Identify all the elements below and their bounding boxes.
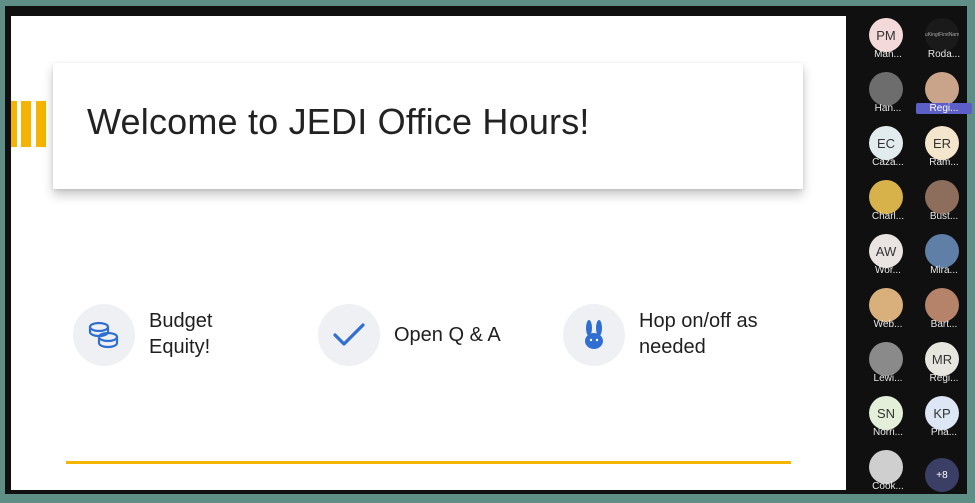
feature-label: Open Q & A — [394, 324, 501, 346]
feature-label: Hop on/off as — [639, 310, 758, 332]
participant-name: Wor... — [875, 265, 901, 276]
avatar: KP — [925, 396, 959, 430]
participant-name: Pha... — [930, 427, 958, 438]
participant-name: Bart... — [930, 319, 958, 330]
participant-name: Regi... — [929, 373, 959, 384]
avatar — [869, 180, 903, 214]
avatar — [925, 288, 959, 322]
feature-label: Budget — [149, 310, 213, 332]
participant-tile[interactable]: Mira... — [916, 230, 972, 286]
participant-tile[interactable]: Web... — [860, 284, 916, 340]
participant-name: Bust... — [929, 211, 959, 222]
coins-icon — [73, 304, 135, 366]
checkmark-icon — [318, 304, 380, 366]
bottom-accent-line — [66, 461, 791, 464]
participant-tile[interactable]: MR Regi... — [916, 338, 972, 394]
avatar — [869, 288, 903, 322]
participant-name: Lewi... — [873, 373, 903, 384]
avatar — [925, 234, 959, 268]
avatar — [925, 72, 959, 106]
participant-tile[interactable]: Charl... — [860, 176, 916, 232]
avatar: YuKingtFirstName — [925, 18, 959, 52]
participant-name: Caza... — [872, 157, 904, 168]
feature-label: needed — [639, 336, 706, 358]
participant-tile[interactable]: Han... — [860, 68, 916, 124]
participant-name: Mira... — [930, 265, 958, 276]
presentation-slide: Welcome to JEDI Office Hours! Budget Equ… — [11, 16, 846, 490]
avatar: ER — [925, 126, 959, 160]
participant-tile[interactable]: SN Norri... — [860, 392, 916, 448]
participants-panel[interactable]: PMMan...YuKingtFirstNameRoda...Han...Reg… — [849, 6, 972, 494]
avatar: PM — [869, 18, 903, 52]
participant-tile[interactable]: PM Man... — [860, 14, 916, 70]
participant-tile[interactable]: Cook... — [860, 446, 916, 502]
avatar: EC — [869, 126, 903, 160]
more-participants-button[interactable]: +8 — [925, 458, 959, 492]
accent-stripes — [11, 101, 55, 147]
participant-name: Norri... — [873, 427, 903, 438]
participant-name: Man... — [874, 49, 902, 60]
participant-name: Web... — [873, 319, 903, 330]
slide-title: Welcome to JEDI Office Hours! — [87, 101, 590, 142]
avatar — [925, 180, 959, 214]
participant-name: Roda... — [927, 49, 961, 60]
participant-tile[interactable]: AW Wor... — [860, 230, 916, 286]
participant-tile[interactable]: ER Ram... — [916, 122, 972, 178]
avatar — [869, 450, 903, 484]
participant-name: Ram... — [929, 157, 959, 168]
bunny-icon — [563, 304, 625, 366]
participant-tile[interactable]: +8 — [916, 446, 972, 502]
participant-name: Cook... — [872, 481, 904, 492]
participant-tile[interactable]: EC Caza... — [860, 122, 916, 178]
participant-name: Charl... — [871, 211, 905, 222]
avatar: AW — [869, 234, 903, 268]
participant-tile[interactable]: KP Pha... — [916, 392, 972, 448]
participant-tile[interactable]: Bart... — [916, 284, 972, 340]
avatar — [869, 72, 903, 106]
participant-tile[interactable]: Regi... — [916, 68, 972, 124]
avatar: SN — [869, 396, 903, 430]
avatar — [869, 342, 903, 376]
participant-tile[interactable]: Bust... — [916, 176, 972, 232]
participant-tile[interactable]: Lewi... — [860, 338, 916, 394]
feature-label: Equity! — [149, 336, 211, 358]
avatar: MR — [925, 342, 959, 376]
participant-name: Han... — [874, 103, 902, 114]
participant-name: Regi... — [916, 103, 972, 114]
title-card: Welcome to JEDI Office Hours! — [53, 63, 803, 189]
participant-tile[interactable]: YuKingtFirstNameRoda... — [916, 14, 972, 70]
